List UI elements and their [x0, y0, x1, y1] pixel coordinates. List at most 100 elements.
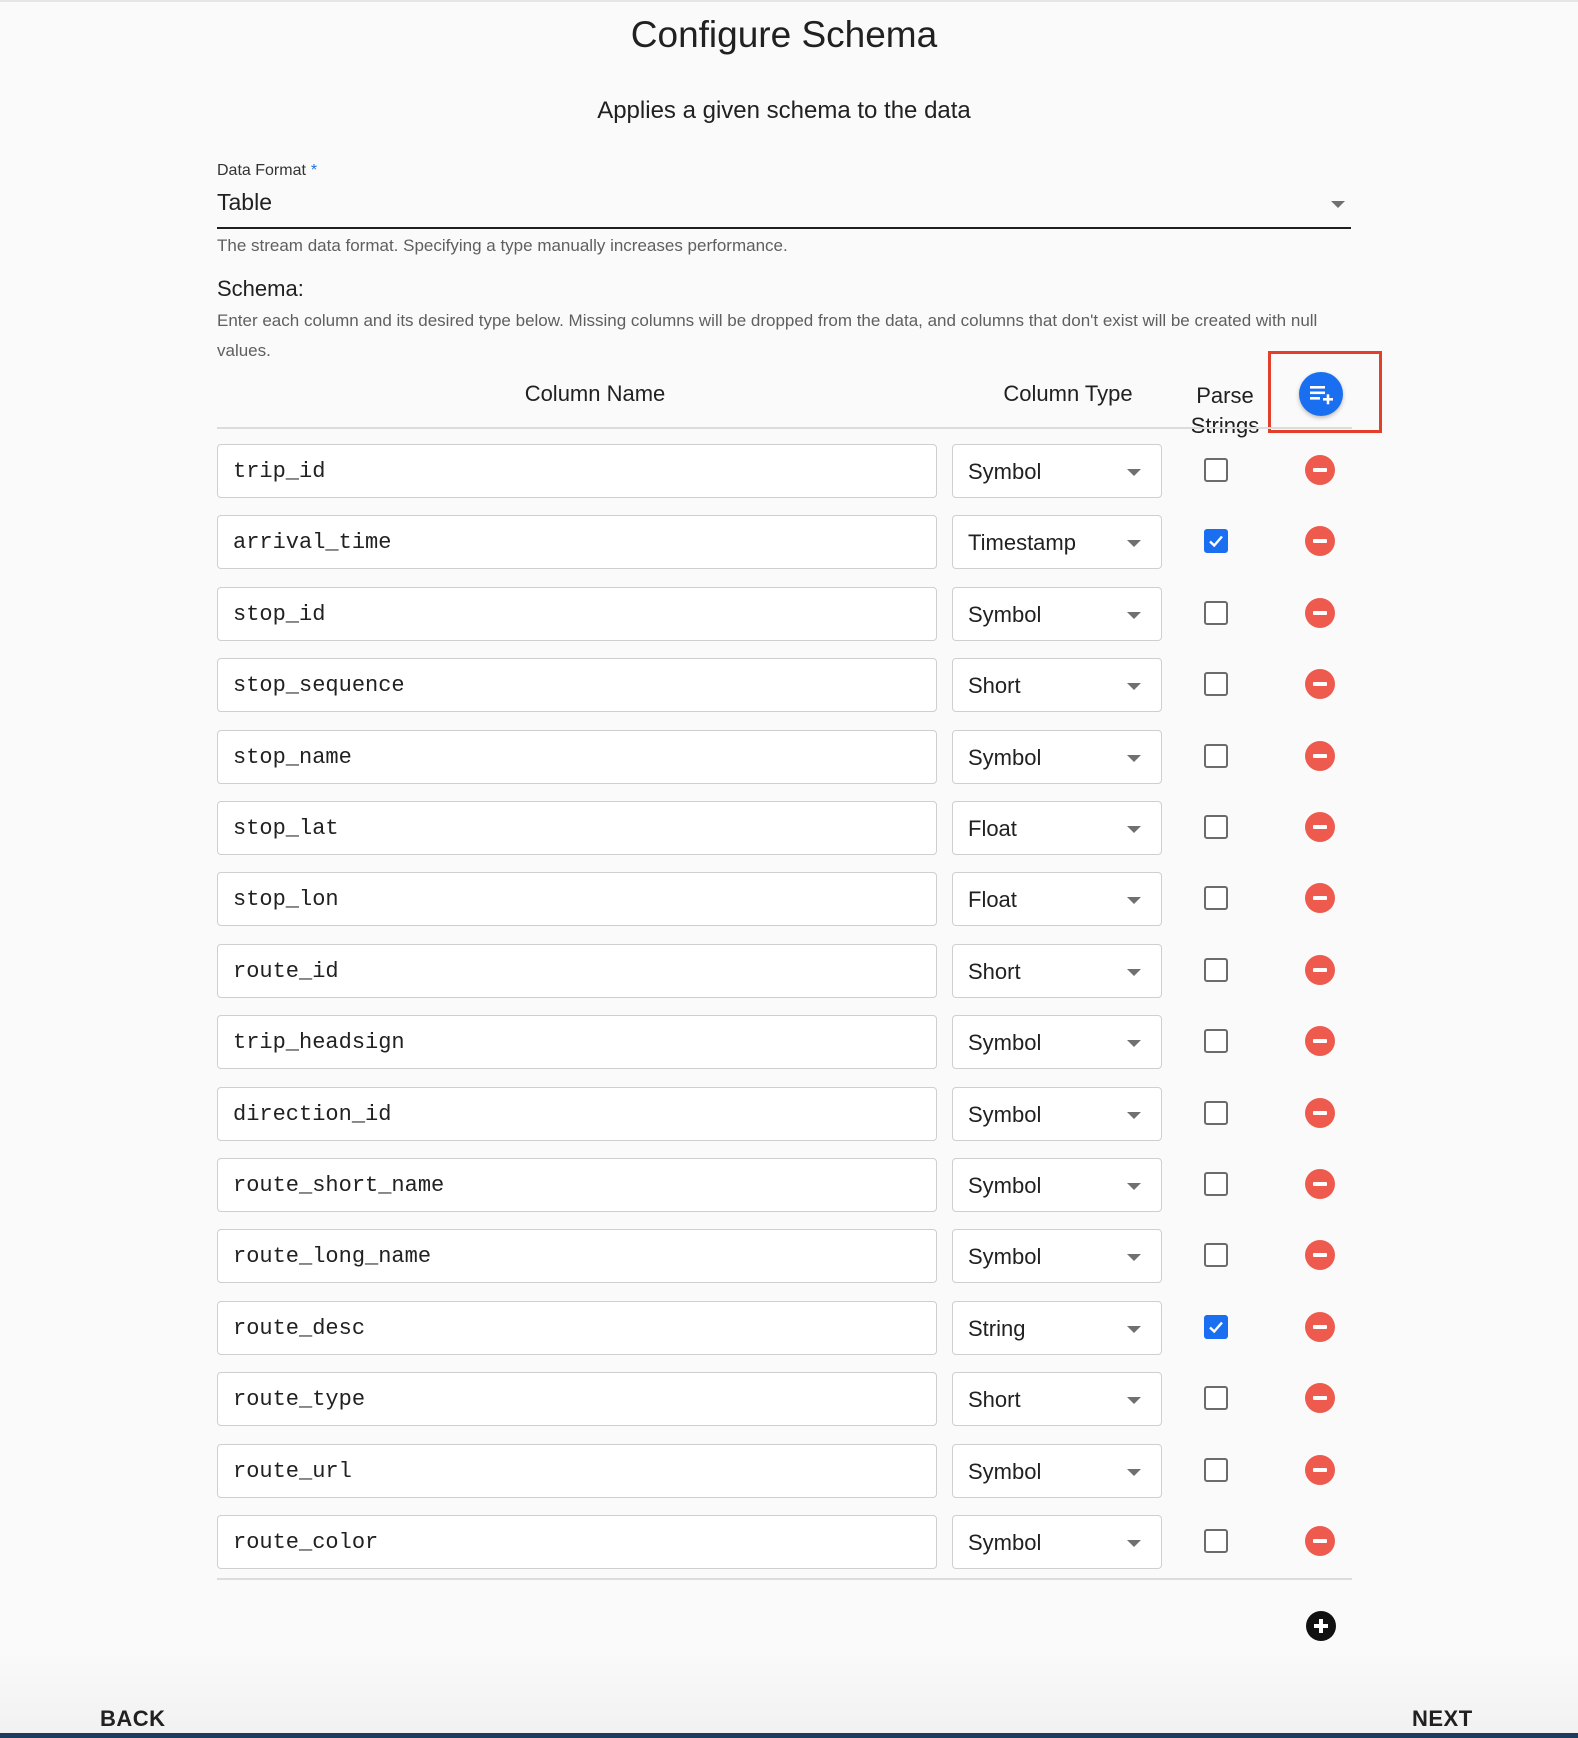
remove-row-button[interactable] [1305, 526, 1335, 556]
remove-row-button[interactable] [1305, 955, 1335, 985]
column-name-input[interactable] [217, 730, 937, 784]
column-name-input[interactable] [217, 944, 937, 998]
column-name-input[interactable] [217, 1229, 937, 1283]
parse-strings-checkbox[interactable] [1204, 958, 1228, 982]
column-name-input[interactable] [217, 1444, 937, 1498]
remove-row-button[interactable] [1305, 883, 1335, 913]
column-name-input[interactable] [217, 515, 937, 569]
column-type-value: Symbol [968, 1030, 1042, 1055]
caret-down-icon [1127, 826, 1141, 833]
bottom-bar [0, 1650, 1578, 1738]
parse-strings-checkbox[interactable] [1204, 1386, 1228, 1410]
schema-row: Symbol [0, 1158, 1578, 1212]
column-type-select[interactable]: Float [952, 801, 1162, 855]
data-format-value: Table [217, 189, 272, 215]
column-name-input[interactable] [217, 1158, 937, 1212]
data-format-select[interactable]: Table [217, 185, 1351, 229]
column-name-input[interactable] [217, 1087, 937, 1141]
schema-label: Schema: [217, 276, 304, 301]
parse-strings-checkbox[interactable] [1204, 886, 1228, 910]
header-parse-strings: Parse Strings [1190, 383, 1260, 438]
parse-strings-checkbox[interactable] [1204, 1315, 1228, 1339]
caret-down-icon [1127, 469, 1141, 476]
column-type-select[interactable]: Symbol [952, 587, 1162, 641]
column-type-value: Float [968, 887, 1017, 912]
column-type-value: Short [968, 673, 1021, 698]
data-format-help: The stream data format. Specifying a typ… [217, 236, 788, 255]
remove-row-button[interactable] [1305, 1098, 1335, 1128]
remove-row-button[interactable] [1305, 1026, 1335, 1056]
parse-strings-checkbox[interactable] [1204, 1458, 1228, 1482]
parse-strings-checkbox[interactable] [1204, 1172, 1228, 1196]
remove-row-button[interactable] [1305, 1455, 1335, 1485]
column-type-select[interactable]: Short [952, 1372, 1162, 1426]
caret-down-icon [1127, 540, 1141, 547]
column-type-select[interactable]: Symbol [952, 1158, 1162, 1212]
caret-down-icon [1127, 1469, 1141, 1476]
caret-down-icon [1127, 1254, 1141, 1261]
column-name-input[interactable] [217, 872, 937, 926]
parse-strings-checkbox[interactable] [1204, 458, 1228, 482]
column-type-value: Symbol [968, 1102, 1042, 1127]
parse-strings-checkbox[interactable] [1204, 744, 1228, 768]
next-button[interactable]: NEXT [1412, 1706, 1473, 1732]
remove-row-button[interactable] [1305, 455, 1335, 485]
column-type-select[interactable]: Symbol [952, 1515, 1162, 1569]
column-type-select[interactable]: Symbol [952, 1444, 1162, 1498]
column-type-value: Symbol [968, 602, 1042, 627]
remove-row-button[interactable] [1305, 1312, 1335, 1342]
column-type-select[interactable]: Timestamp [952, 515, 1162, 569]
column-name-input[interactable] [217, 587, 937, 641]
parse-strings-checkbox[interactable] [1204, 1243, 1228, 1267]
parse-strings-checkbox[interactable] [1204, 1529, 1228, 1553]
checkmark-icon [1209, 535, 1223, 548]
schema-row: Symbol [0, 730, 1578, 784]
schema-row: Symbol [0, 587, 1578, 641]
column-type-select[interactable]: Symbol [952, 444, 1162, 498]
column-type-value: Symbol [968, 459, 1042, 484]
column-type-select[interactable]: Symbol [952, 1015, 1162, 1069]
column-type-select[interactable]: String [952, 1301, 1162, 1355]
column-type-select[interactable]: Short [952, 658, 1162, 712]
remove-row-button[interactable] [1305, 1526, 1335, 1556]
checkmark-icon [1209, 1321, 1223, 1334]
data-format-label-text: Data Format [217, 162, 306, 179]
parse-strings-checkbox[interactable] [1204, 601, 1228, 625]
remove-row-button[interactable] [1305, 741, 1335, 771]
parse-strings-checkbox[interactable] [1204, 1029, 1228, 1053]
remove-row-button[interactable] [1305, 812, 1335, 842]
column-type-select[interactable]: Symbol [952, 1087, 1162, 1141]
column-name-input[interactable] [217, 1372, 937, 1426]
schema-row: Symbol [0, 444, 1578, 498]
parse-strings-checkbox[interactable] [1204, 815, 1228, 839]
schema-row: Float [0, 872, 1578, 926]
remove-row-button[interactable] [1305, 1169, 1335, 1199]
parse-strings-checkbox[interactable] [1204, 1101, 1228, 1125]
column-name-input[interactable] [217, 801, 937, 855]
schema-row: Symbol [0, 1015, 1578, 1069]
column-name-input[interactable] [217, 1515, 937, 1569]
back-button[interactable]: BACK [100, 1706, 166, 1732]
caret-down-icon [1331, 201, 1345, 208]
remove-row-button[interactable] [1305, 1383, 1335, 1413]
parse-strings-checkbox[interactable] [1204, 529, 1228, 553]
column-name-input[interactable] [217, 444, 937, 498]
column-type-select[interactable]: Short [952, 944, 1162, 998]
column-type-select[interactable]: Float [952, 872, 1162, 926]
remove-row-button[interactable] [1305, 598, 1335, 628]
remove-row-button[interactable] [1305, 1240, 1335, 1270]
parse-strings-checkbox[interactable] [1204, 672, 1228, 696]
column-type-select[interactable]: Symbol [952, 730, 1162, 784]
remove-row-button[interactable] [1305, 669, 1335, 699]
column-name-input[interactable] [217, 1301, 937, 1355]
column-name-input[interactable] [217, 658, 937, 712]
page-title: Configure Schema [630, 14, 938, 55]
caret-down-icon [1127, 683, 1141, 690]
column-type-value: Short [968, 959, 1021, 984]
data-format-label: Data Format * [217, 162, 317, 180]
required-marker: * [310, 162, 318, 179]
column-type-select[interactable]: Symbol [952, 1229, 1162, 1283]
column-name-input[interactable] [217, 1015, 937, 1069]
add-columns-button[interactable] [1299, 372, 1343, 416]
add-row-button[interactable] [1306, 1611, 1336, 1641]
